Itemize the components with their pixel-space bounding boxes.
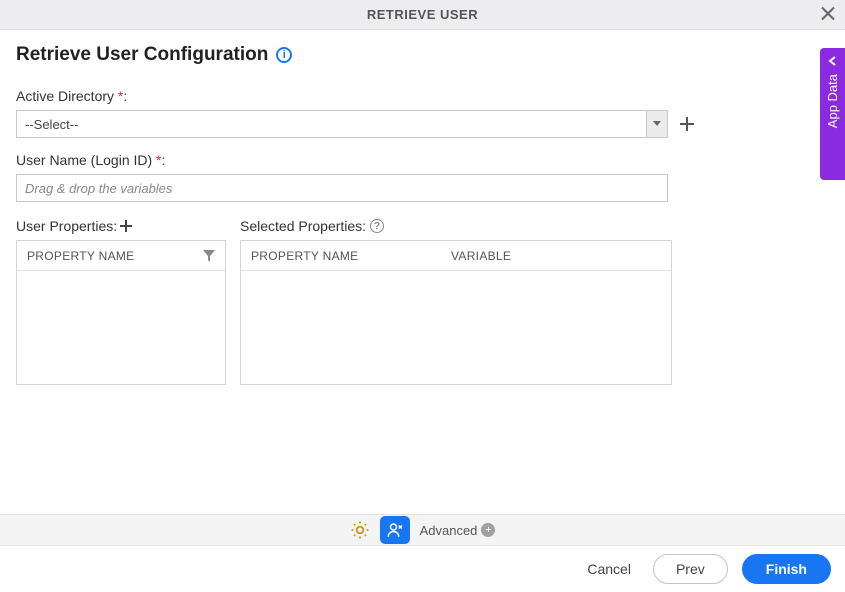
footer: Cancel Prev Finish (0, 546, 845, 592)
prev-button[interactable]: Prev (653, 554, 728, 584)
user-properties-header-name: PROPERTY NAME (17, 241, 225, 270)
gear-icon[interactable] (350, 520, 370, 540)
finish-button[interactable]: Finish (742, 554, 831, 584)
user-action-icon[interactable] (380, 516, 410, 544)
active-directory-row: --Select-- (16, 110, 829, 138)
active-directory-select-wrapper: --Select-- (16, 110, 668, 138)
help-icon[interactable]: ? (370, 219, 384, 233)
selected-properties-header-name: PROPERTY NAME (241, 241, 441, 270)
selected-properties-grid-header: PROPERTY NAME VARIABLE (241, 241, 671, 271)
add-directory-icon[interactable] (678, 115, 696, 133)
active-directory-field: Active Directory *: --Select-- (16, 88, 829, 138)
advanced-toggle[interactable]: Advanced + (420, 523, 496, 538)
app-data-side-tab[interactable]: App Data (820, 48, 845, 180)
dialog-title: RETRIEVE USER (367, 7, 478, 22)
selected-properties-grid: PROPERTY NAME VARIABLE (240, 240, 672, 385)
active-directory-select[interactable]: --Select-- (16, 110, 668, 138)
selected-properties-header-var: VARIABLE (441, 241, 671, 270)
selected-properties-col: Selected Properties: ? PROPERTY NAME VAR… (240, 218, 672, 385)
chevron-down-icon[interactable] (646, 110, 668, 138)
user-properties-label-row: User Properties: (16, 218, 226, 234)
side-tab-label: App Data (825, 74, 840, 128)
user-properties-grid-header: PROPERTY NAME (17, 241, 225, 271)
user-properties-grid: PROPERTY NAME (16, 240, 226, 385)
filter-icon[interactable] (203, 250, 215, 262)
dialog-header: RETRIEVE USER (0, 0, 845, 30)
page-title: Retrieve User Configuration (16, 44, 268, 66)
active-directory-label: Active Directory *: (16, 88, 829, 104)
advanced-label: Advanced (420, 523, 478, 538)
page-title-row: Retrieve User Configuration i (16, 44, 829, 66)
user-name-field: User Name (Login ID) *: (16, 152, 829, 202)
user-properties-col: User Properties: PROPERTY NAME (16, 218, 226, 385)
user-name-label: User Name (Login ID) *: (16, 152, 829, 168)
close-icon[interactable] (821, 4, 835, 25)
bottom-toolbar: Advanced + (0, 514, 845, 546)
add-user-property-icon[interactable] (119, 219, 133, 233)
selected-properties-label-row: Selected Properties: ? (240, 218, 672, 234)
user-properties-label: User Properties: (16, 218, 117, 234)
selected-properties-label: Selected Properties: (240, 218, 366, 234)
user-name-input[interactable] (16, 174, 668, 202)
cancel-button[interactable]: Cancel (579, 555, 639, 583)
content-area: Retrieve User Configuration i Active Dir… (0, 30, 845, 399)
info-icon[interactable]: i (276, 47, 292, 63)
properties-section: User Properties: PROPERTY NAME (16, 218, 829, 385)
chevron-left-icon (828, 56, 838, 66)
plus-circle-icon: + (481, 523, 495, 537)
